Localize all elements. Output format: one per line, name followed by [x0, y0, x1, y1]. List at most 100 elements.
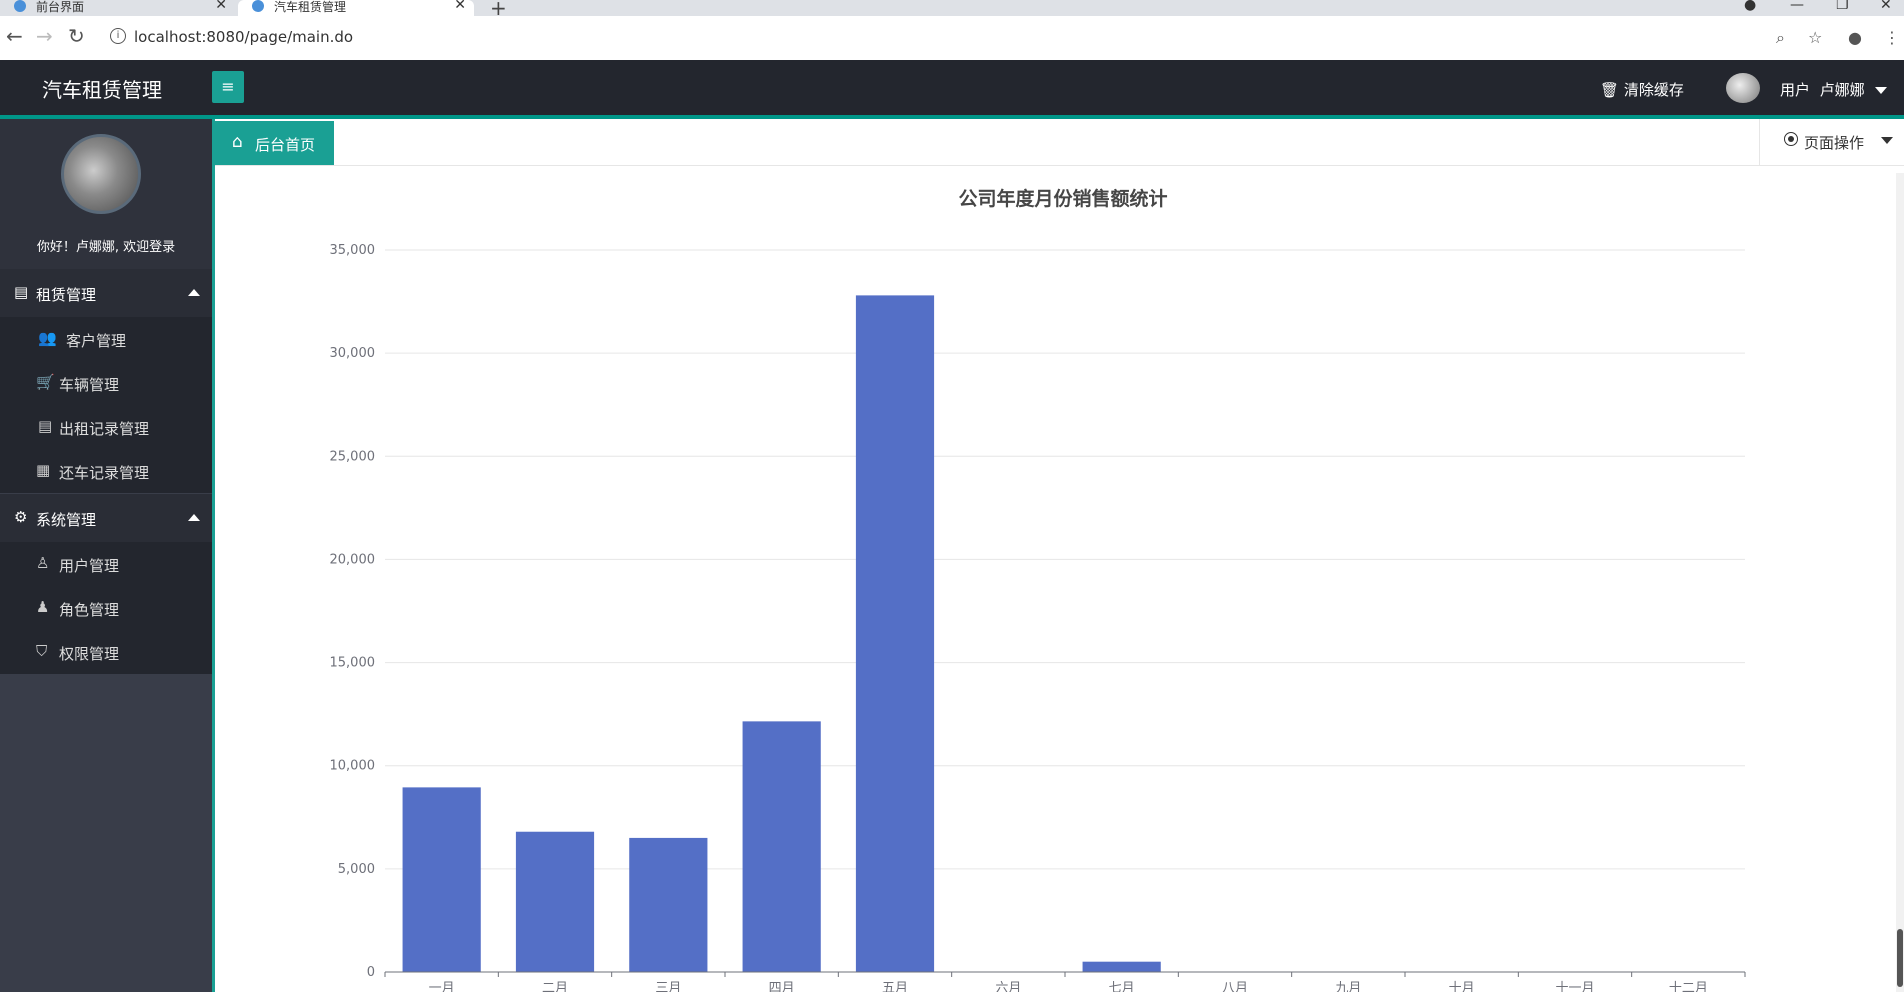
- favicon-icon: [252, 0, 264, 12]
- y-tick-label: 5,000: [338, 862, 375, 877]
- users-icon: 👥: [38, 329, 57, 347]
- sidebar-item-permissions[interactable]: ⛉ 权限管理: [0, 630, 212, 674]
- bar-4[interactable]: [742, 721, 821, 972]
- chevron-down-icon: [1881, 137, 1893, 144]
- chart-grid: [385, 249, 1745, 870]
- y-tick-label: 30,000: [330, 346, 376, 361]
- chevron-up-icon: [188, 514, 200, 521]
- bar-3[interactable]: [629, 837, 708, 972]
- profile-icon[interactable]: ●: [1848, 28, 1862, 47]
- x-axis: 一月 二月 三月 四月 五月 六月 七月 八月 九月 十月 十一月 十二月: [384, 971, 1746, 992]
- clipboard-icon: ▤: [14, 283, 29, 301]
- y-tick-label: 10,000: [330, 759, 376, 774]
- sidebar-profile: 你好！卢娜娜, 欢迎登录: [0, 119, 212, 269]
- sidebar-item-label: 角色管理: [59, 601, 120, 619]
- bar-2[interactable]: [515, 831, 595, 972]
- bookmark-star-icon[interactable]: ☆: [1808, 28, 1822, 47]
- sidebar: 你好！卢娜娜, 欢迎登录 ▤ 租赁管理 👥 客户管理 🛒 车辆管理 ▤ 出租记录…: [0, 119, 212, 992]
- y-tick-label: 35,000: [330, 243, 376, 258]
- url-field[interactable]: localhost:8080/page/main.do: [134, 28, 353, 46]
- tab-home-label: 后台首页: [255, 136, 316, 154]
- x-tick-label: 二月: [542, 981, 568, 992]
- browser-tab-bar: 前台界面 ✕ 汽车租赁管理 ✕ + ● — ❐ ✕: [0, 0, 1904, 20]
- sidebar-item-rent-records[interactable]: ▤ 出租记录管理: [0, 405, 212, 449]
- welcome-text: 你好！卢娜娜, 欢迎登录: [36, 240, 176, 255]
- chevron-up-icon: [188, 289, 200, 296]
- user-label: 用户: [1780, 81, 1811, 99]
- avatar: [61, 134, 141, 214]
- menu-toggle-button[interactable]: ≡: [212, 71, 244, 103]
- sidebar-item-label: 车辆管理: [59, 376, 120, 394]
- bar-5[interactable]: [855, 295, 935, 972]
- sidebar-item-label: 用户管理: [59, 557, 120, 575]
- radio-dot-icon: [1784, 132, 1798, 146]
- y-tick-label: 25,000: [330, 449, 376, 464]
- sidebar-item-return-records[interactable]: ▦ 还车记录管理: [0, 449, 212, 493]
- app-header: 汽车租赁管理 ≡ 🗑 清除缓存 用户 卢娜娜: [0, 60, 1904, 119]
- sidebar-item-users[interactable]: ♙ 用户管理: [0, 542, 212, 586]
- y-axis: 0 5,000 10,000 15,000 20,000 25,000 30,000 35,0…: [330, 243, 376, 980]
- browser-tab-front[interactable]: 前台界面 ✕: [0, 0, 235, 16]
- y-tick-label: 0: [367, 965, 375, 980]
- calendar-icon: ▦: [36, 461, 51, 479]
- sidebar-group-system[interactable]: ⚙ 系统管理: [0, 494, 212, 542]
- browser-tab-title: 汽车租赁管理: [274, 0, 347, 14]
- header-avatar[interactable]: [1726, 73, 1760, 103]
- chevron-down-icon: [1875, 87, 1888, 94]
- page-operations-label: 页面操作: [1804, 134, 1865, 152]
- browser-tab-admin[interactable]: 汽车租赁管理 ✕: [238, 0, 474, 16]
- user-menu[interactable]: 用户 卢娜娜: [1780, 79, 1888, 100]
- scrollbar-thumb[interactable]: [1897, 929, 1903, 987]
- minimize-button[interactable]: —: [1790, 0, 1804, 13]
- zoom-icon[interactable]: ⌕: [1776, 28, 1785, 48]
- user-name: 卢娜娜: [1819, 81, 1865, 99]
- bar-7[interactable]: [1082, 961, 1161, 972]
- tab-search-icon[interactable]: ●: [1744, 0, 1756, 13]
- site-info-icon[interactable]: i: [110, 28, 126, 44]
- sidebar-group-rental[interactable]: ▤ 租赁管理: [0, 269, 212, 317]
- restore-button[interactable]: ❐: [1836, 0, 1849, 13]
- tab-home[interactable]: ⌂ 后台首页: [215, 121, 334, 165]
- shield-icon: ⛉: [36, 642, 48, 660]
- x-tick-label: 九月: [1335, 981, 1361, 992]
- x-tick-label: 七月: [1109, 981, 1135, 992]
- y-tick-label: 20,000: [330, 552, 376, 567]
- bar-1[interactable]: [402, 787, 481, 972]
- x-tick-label: 六月: [995, 981, 1021, 992]
- close-tab-icon[interactable]: ✕: [215, 0, 227, 12]
- back-icon[interactable]: ←: [6, 24, 23, 48]
- window-close-button[interactable]: ✕: [1880, 0, 1892, 13]
- sidebar-item-label: 客户管理: [66, 332, 127, 350]
- chart-bars: [402, 295, 1161, 972]
- page-operations-dropdown[interactable]: 页面操作: [1759, 119, 1904, 165]
- cart-icon: 🛒: [36, 373, 55, 391]
- sidebar-item-vehicles[interactable]: 🛒 车辆管理: [0, 361, 212, 405]
- home-icon: ⌂: [232, 132, 243, 152]
- file-icon: ▤: [38, 417, 53, 435]
- sidebar-group-label: 租赁管理: [36, 286, 97, 304]
- sidebar-item-customers[interactable]: 👥 客户管理: [0, 317, 212, 361]
- chart-title: 公司年度月份销售额统计: [958, 187, 1167, 210]
- x-tick-label: 十二月: [1669, 981, 1708, 992]
- y-tick-label: 15,000: [330, 656, 376, 671]
- browser-menu-icon[interactable]: ⋮: [1884, 28, 1900, 47]
- page-tab-strip: ⌂ 后台首页 页面操作: [215, 119, 1904, 166]
- close-tab-icon[interactable]: ✕: [454, 0, 466, 12]
- clear-cache-label: 清除缓存: [1623, 81, 1684, 99]
- user-outline-icon: ♙: [36, 554, 50, 572]
- sidebar-item-label: 还车记录管理: [59, 464, 150, 482]
- sidebar-item-roles[interactable]: ♟ 角色管理: [0, 586, 212, 630]
- favicon-icon: [14, 0, 26, 12]
- user-icon: ♟: [36, 598, 50, 616]
- x-tick-label: 十月: [1449, 981, 1475, 992]
- clear-cache-button[interactable]: 🗑 清除缓存: [1600, 79, 1684, 100]
- x-tick-label: 八月: [1222, 981, 1248, 992]
- x-tick-label: 一月: [429, 981, 455, 992]
- scrollbar[interactable]: [1896, 173, 1904, 992]
- trash-icon: 🗑: [1600, 81, 1620, 99]
- reload-icon[interactable]: ↻: [68, 24, 85, 48]
- address-bar: ← → ↻ i localhost:8080/page/main.do ⌕ ☆ …: [0, 16, 1904, 61]
- sidebar-item-label: 出租记录管理: [59, 420, 150, 438]
- forward-icon[interactable]: →: [36, 24, 53, 48]
- app-brand: 汽车租赁管理: [42, 78, 162, 102]
